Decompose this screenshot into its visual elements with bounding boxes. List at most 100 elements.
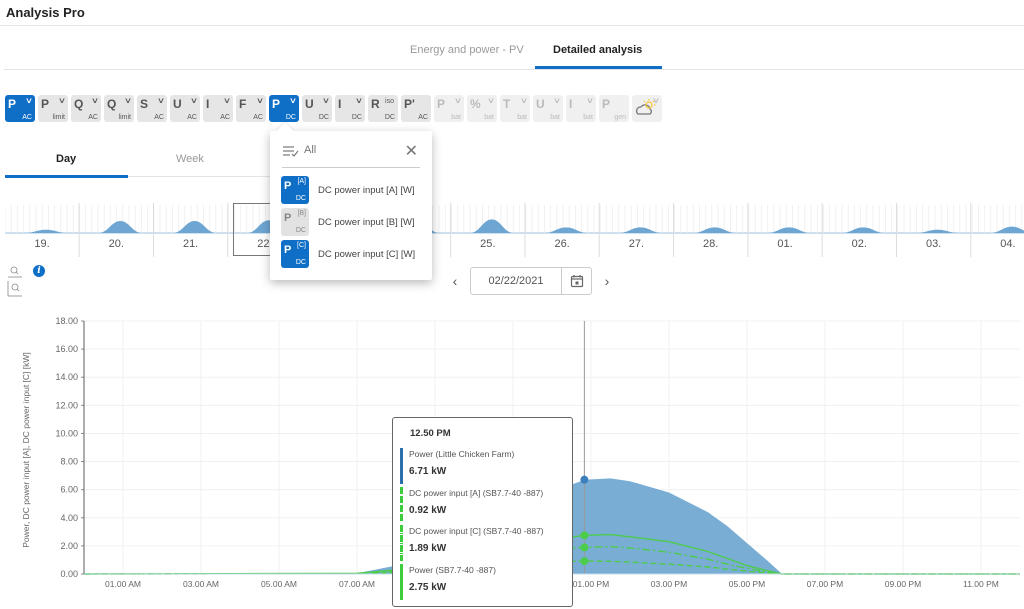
dropdown-item-c[interactable]: P [C] DC DC power input [C] [W] [281,240,415,268]
timeline-day-label[interactable]: 03. [926,238,941,250]
channel-button-u-bat[interactable]: Ubat ∨ [533,95,563,122]
close-icon[interactable]: ✕ [405,141,418,161]
y-tick-label: 6.00 [60,485,78,495]
channel-button-f-ac[interactable]: F AC ∨ [236,95,266,122]
channel-subscript: AC [88,114,98,121]
chevron-down-icon[interactable]: ∨ [454,96,462,105]
dropdown-header: All ✕ [282,141,420,168]
chevron-down-icon[interactable]: ∨ [25,96,33,105]
chevron-down-icon[interactable]: ∨ [223,96,231,105]
channel-button-p-gen[interactable]: Pgen [599,95,629,122]
tooltip-series-marker [400,563,403,600]
chevron-down-icon[interactable]: ∨ [355,96,363,105]
tooltip-series-marker [400,525,403,561]
channel-subscript: bat [451,114,461,121]
x-tick-label: 05.00 AM [261,579,297,589]
channel-button-p-dc[interactable]: P DC ∨ [269,95,299,122]
zoom-y-icon[interactable] [7,281,22,297]
channel-button-u-ac[interactable]: U AC ∨ [170,95,200,122]
channel-symbol: P [8,97,17,111]
chevron-down-icon[interactable]: ∨ [91,96,99,105]
tooltip-series-name: Power (SB7.7-40 -887) [409,564,496,575]
select-all-button[interactable]: All [304,144,316,156]
channel-symbol: S [140,97,149,111]
channel-button-weather[interactable]: ∨ [632,95,662,122]
chevron-down-icon[interactable]: ∨ [256,96,264,105]
timeline-day-label[interactable]: 21. [183,238,198,250]
channel-button-i-ac[interactable]: I AC ∨ [203,95,233,122]
chevron-down-icon[interactable]: ∨ [124,96,132,105]
timeline-day-label[interactable]: 02. [852,238,867,250]
chart-tooltip: 12.50 PM Power (Little Chicken Farm) 6.71… [392,417,573,607]
channel-symbol: P' [404,97,415,111]
channel-symbol: P [41,97,50,111]
badge-symbol: P [284,244,292,256]
channel-symbol: P [602,97,611,111]
chevron-down-icon[interactable]: ∨ [487,96,495,105]
chevron-down-icon[interactable]: ∨ [322,96,330,105]
chevron-down-icon[interactable]: ∨ [157,96,165,105]
chevron-down-icon[interactable]: ∨ [586,96,594,105]
zoom-x-icon[interactable] [8,266,22,278]
badge-superscript: [A] [297,178,306,185]
channel-button-p-bat[interactable]: Pbat ∨ [434,95,464,122]
dropdown-item-a[interactable]: P [A] DC DC power input [A] [W] [281,176,415,204]
x-tick-label: 11.00 PM [963,579,999,589]
badge-superscript: [B] [297,210,306,217]
channel-button-t-bat[interactable]: Tbat ∨ [500,95,530,122]
timeline-day-label[interactable]: 19. [34,238,49,250]
next-day-button[interactable]: › [598,273,616,289]
channel-button-pprime-ac[interactable]: P' AC [401,95,431,122]
channel-button-i-bat[interactable]: Ibat ∨ [566,95,596,122]
channel-button-u-dc[interactable]: U DC ∨ [302,95,332,122]
day-timeline[interactable]: 19.20.21.22.23.24.25.26.27.28.01.02.03.0… [4,200,1024,258]
timeline-day-label[interactable]: 25. [480,238,495,250]
channel-badge: P [C] DC [281,240,309,268]
date-input[interactable]: 02/22/2021 [471,275,561,287]
tooltip-row: DC power input [C] (SB7.7-40 -887) 1.89 k… [400,525,570,561]
dropdown-item-b[interactable]: P [B] DC DC power input [B] [W] [281,208,415,236]
timeline-day-label[interactable]: 27. [629,238,644,250]
chevron-down-icon[interactable]: ∨ [553,96,561,105]
channel-button-q-ac[interactable]: Q AC ∨ [71,95,101,122]
tab-week[interactable]: Week [176,153,204,165]
date-picker[interactable]: 02/22/2021 [470,267,592,295]
channel-symbol: U [536,97,545,111]
channel-button-q-limit[interactable]: Qlimit ∨ [104,95,134,122]
timeline-day-label[interactable]: 20. [109,238,124,250]
chevron-down-icon[interactable]: ∨ [190,96,198,105]
timeline-day-label[interactable]: 01. [777,238,792,250]
channel-superscript: iso [385,98,394,105]
prev-day-button[interactable]: ‹ [446,273,464,289]
timeline-day-label[interactable]: 26. [554,238,569,250]
timeline-day-label[interactable]: 28. [703,238,718,250]
select-all-icon[interactable] [282,144,300,158]
channel-button-r-dc[interactable]: Riso DC [368,95,398,122]
channel-subscript: AC [220,114,230,121]
chevron-down-icon[interactable]: ∨ [520,96,528,105]
tab-day[interactable]: Day [56,153,76,165]
info-icon[interactable]: i [33,265,45,277]
channel-button-p-ac[interactable]: P AC ∨ [5,95,35,122]
calendar-button[interactable] [561,268,591,294]
channel-button-%-bat[interactable]: % bat ∨ [467,95,497,122]
badge-subscript: DC [295,195,306,202]
channel-symbol: R [371,97,380,111]
tooltip-series-name: Power (Little Chicken Farm) [409,449,515,459]
chevron-down-icon[interactable]: ∨ [289,96,297,105]
tab-detailed-analysis[interactable]: Detailed analysis [553,44,642,56]
timeline-day-label[interactable]: 04. [1000,238,1015,250]
dropdown-caret [276,122,294,140]
badge-superscript: [C] [297,242,306,249]
channel-button-s-ac[interactable]: S AC ∨ [137,95,167,122]
channel-subscript: AC [22,114,32,121]
channel-button-i-dc[interactable]: I DC ∨ [335,95,365,122]
chevron-down-icon[interactable]: ∨ [58,96,66,105]
channel-symbol: P [272,97,281,111]
chevron-down-icon[interactable]: ∨ [652,96,660,105]
channel-button-p-limit[interactable]: Plimit ∨ [38,95,68,122]
y-axis-title: Power, DC power input [A], DC power inpu… [21,352,31,548]
channel-symbol: F [239,97,247,111]
channel-symbol: I [569,97,573,111]
tab-energy-and-power[interactable]: Energy and power - PV [410,44,524,56]
